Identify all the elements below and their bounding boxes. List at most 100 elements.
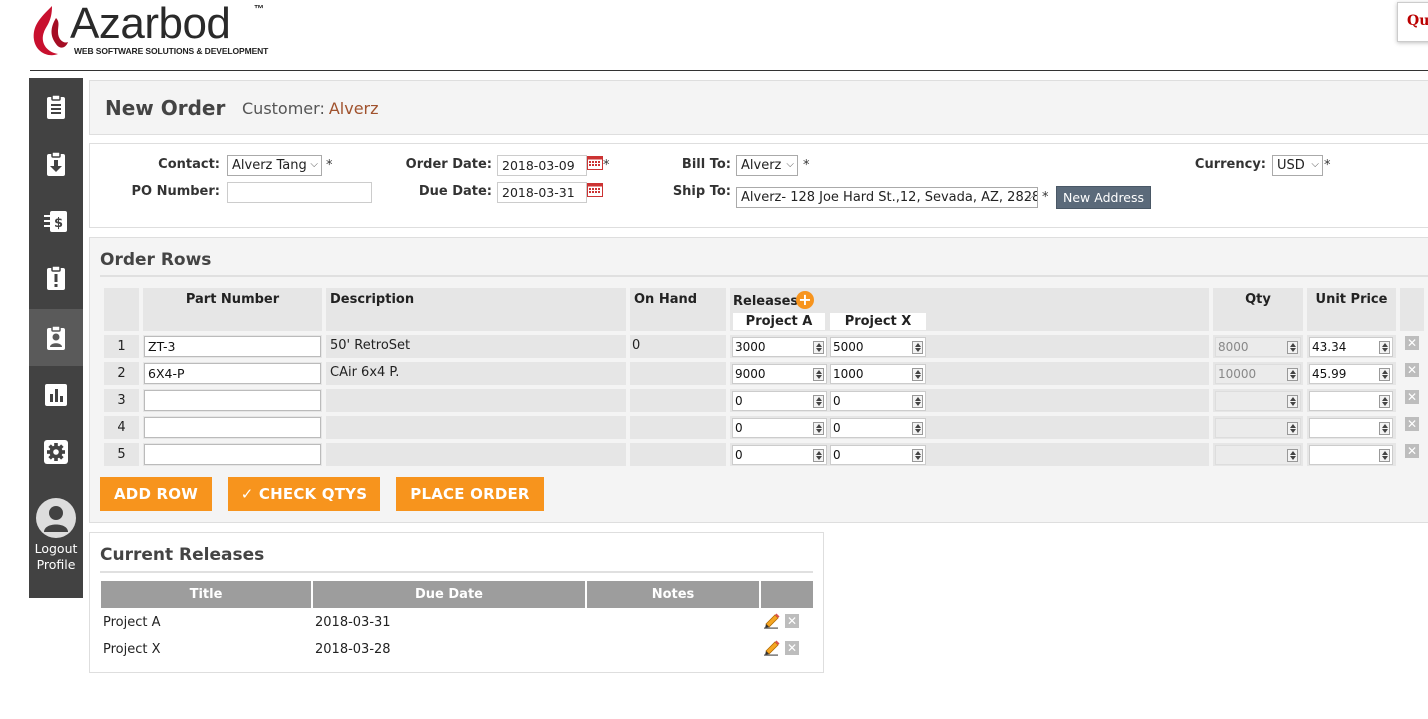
project-x-qty-input[interactable]: 0 <box>830 391 926 411</box>
add-row-button[interactable]: ADD ROW <box>100 477 212 511</box>
project-x-qty-input[interactable]: 0 <box>830 418 926 438</box>
part-number-input[interactable]: 6X4-P <box>144 363 321 384</box>
delete-row-icon[interactable]: ✕ <box>1405 390 1419 404</box>
stepper-arrows-icon[interactable] <box>1379 341 1390 354</box>
sidebar-item-customers[interactable] <box>29 309 83 366</box>
contact-select[interactable]: Alverz Tang ⌵ <box>227 155 322 176</box>
order-date-label: Order Date: <box>405 157 492 172</box>
project-x-qty-input[interactable]: 0 <box>830 445 926 465</box>
po-number-input[interactable] <box>227 182 372 203</box>
delete-row-icon[interactable]: ✕ <box>1405 363 1419 377</box>
release-due-date: 2018-03-31 <box>315 615 391 630</box>
delete-release-icon[interactable]: ✕ <box>785 614 799 628</box>
project-a-qty-input[interactable]: 0 <box>732 418 827 438</box>
delete-release-icon[interactable]: ✕ <box>785 641 799 655</box>
stepper-arrows-icon[interactable] <box>813 368 824 381</box>
unit-price-cell <box>1307 443 1396 466</box>
delete-row-icon[interactable]: ✕ <box>1405 336 1419 350</box>
qty-input <box>1215 418 1301 438</box>
new-address-button[interactable]: New Address <box>1056 186 1152 209</box>
stepper-arrows-icon[interactable] <box>813 341 824 354</box>
place-order-button[interactable]: PLACE ORDER <box>396 477 544 511</box>
logout-link[interactable]: Logout <box>29 541 83 557</box>
unit-price-input[interactable] <box>1309 445 1393 465</box>
project-a-qty-input[interactable]: 0 <box>732 391 827 411</box>
stepper-arrows-icon[interactable] <box>1287 368 1298 381</box>
qty-input <box>1215 391 1301 411</box>
header-divider <box>30 70 1428 71</box>
stepper-arrows-icon[interactable] <box>1287 395 1298 408</box>
delete-row-icon[interactable]: ✕ <box>1405 417 1419 431</box>
on-hand-cell <box>630 416 726 439</box>
bill-to-select[interactable]: Alverz ⌵ <box>736 155 798 176</box>
sidebar-item-reports[interactable] <box>29 366 83 423</box>
calendar-icon[interactable] <box>587 183 603 197</box>
stepper-arrows-icon[interactable] <box>1287 341 1298 354</box>
project-x-qty-input[interactable]: 1000 <box>830 364 926 384</box>
stepper-arrows-icon[interactable] <box>912 341 923 354</box>
calendar-icon[interactable] <box>587 156 603 170</box>
bar-chart-icon <box>45 383 67 406</box>
edit-pencil-icon[interactable] <box>763 638 781 656</box>
part-number-input[interactable]: ZT-3 <box>144 336 321 357</box>
currency-select[interactable]: USD ⌵ <box>1272 155 1323 176</box>
required-mark: * <box>803 158 810 173</box>
check-qtys-button[interactable]: ✓ CHECK QTYS <box>228 477 380 511</box>
quick-button[interactable]: Qui <box>1397 2 1428 42</box>
stepper-arrows-icon[interactable] <box>912 449 923 462</box>
project-a-qty-input[interactable]: 0 <box>732 445 827 465</box>
stepper-arrows-icon[interactable] <box>1379 395 1390 408</box>
ship-to-select[interactable]: Alverz- 128 Joe Hard St.,12, Sevada, AZ,… <box>736 187 1038 208</box>
stepper-arrows-icon[interactable] <box>1379 449 1390 462</box>
project-a-qty-input[interactable]: 9000 <box>732 364 827 384</box>
order-form: Contact: Alverz Tang ⌵ * PO Number: Order… <box>89 143 1428 228</box>
add-release-icon[interactable]: + <box>796 291 814 309</box>
table-row: 6X4-P <box>143 362 322 385</box>
stepper-arrows-icon[interactable] <box>813 422 824 435</box>
unit-price-input[interactable] <box>1309 418 1393 438</box>
sidebar-item-receiving[interactable] <box>29 135 83 192</box>
stepper-arrows-icon[interactable] <box>912 395 923 408</box>
on-hand-cell <box>630 443 726 466</box>
currency-value: USD <box>1277 158 1305 173</box>
table-row <box>143 443 322 466</box>
sidebar-item-orders[interactable] <box>29 78 83 135</box>
project-a-qty-input[interactable]: 3000 <box>732 337 827 357</box>
release-title: Project A <box>103 615 161 630</box>
header-releases: Releases <box>733 294 799 309</box>
unit-price-input[interactable]: 43.34 <box>1309 337 1393 357</box>
project-x-qty-input[interactable]: 5000 <box>830 337 926 357</box>
description-cell <box>326 443 626 466</box>
current-releases-title: Current Releases <box>100 545 265 565</box>
project-a-qty-value: 3000 <box>735 340 766 354</box>
stepper-arrows-icon[interactable] <box>1379 368 1390 381</box>
part-number-input[interactable] <box>144 444 321 465</box>
row-number: 3 <box>104 389 139 412</box>
order-date-input[interactable]: 2018-03-09 <box>497 155 587 176</box>
avatar[interactable] <box>36 498 76 538</box>
sidebar-item-alerts[interactable] <box>29 249 83 306</box>
unit-price-input[interactable] <box>1309 391 1393 411</box>
sidebar-item-settings[interactable] <box>29 423 83 480</box>
svg-text:$: $ <box>54 216 63 231</box>
contact-label: Contact: <box>158 157 220 172</box>
stepper-arrows-icon[interactable] <box>813 449 824 462</box>
due-date-input[interactable]: 2018-03-31 <box>497 182 587 203</box>
part-number-input[interactable] <box>144 390 321 411</box>
sidebar-item-invoices[interactable]: $ <box>29 192 83 249</box>
delete-row-icon[interactable]: ✕ <box>1405 444 1419 458</box>
profile-link[interactable]: Profile <box>29 557 83 573</box>
stepper-arrows-icon[interactable] <box>912 368 923 381</box>
logout-profile[interactable]: Logout Profile <box>29 498 83 573</box>
unit-price-input[interactable]: 45.99 <box>1309 364 1393 384</box>
stepper-arrows-icon[interactable] <box>912 422 923 435</box>
stepper-arrows-icon[interactable] <box>1287 449 1298 462</box>
row-number: 1 <box>104 335 139 358</box>
edit-pencil-icon[interactable] <box>763 611 781 629</box>
qty-cell <box>1213 389 1303 412</box>
stepper-arrows-icon[interactable] <box>813 395 824 408</box>
project-x-qty-value: 5000 <box>833 340 864 354</box>
part-number-input[interactable] <box>144 417 321 438</box>
stepper-arrows-icon[interactable] <box>1287 422 1298 435</box>
stepper-arrows-icon[interactable] <box>1379 422 1390 435</box>
